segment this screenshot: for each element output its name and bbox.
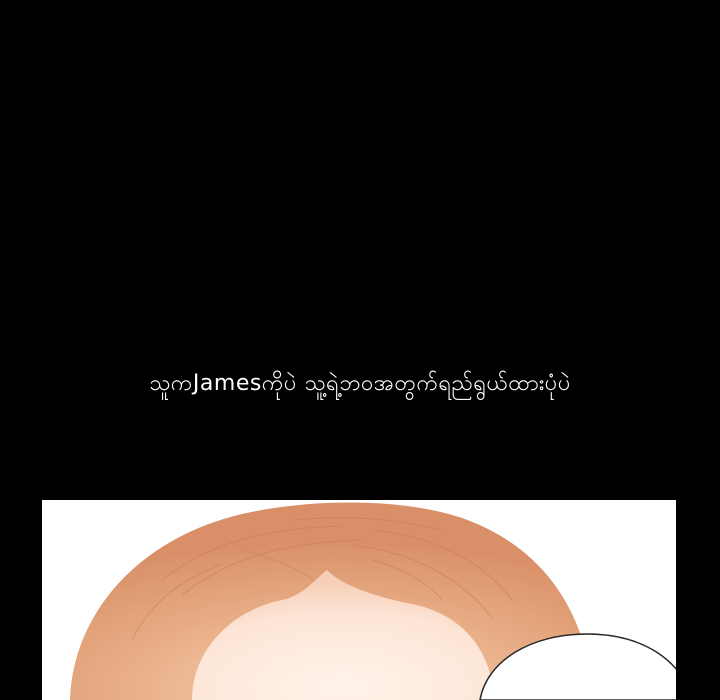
comic-page: သူကJamesကိုပဲ သူ့ရဲ့ဘ၀အတွက်ရည်ရွယ်ထားပုံ… — [0, 0, 720, 700]
character-illustration — [70, 502, 676, 700]
caption-text: သူကJamesကိုပဲ သူ့ရဲ့ဘ၀အတွက်ရည်ရွယ်ထားပုံ… — [149, 371, 571, 396]
comic-panel — [42, 500, 676, 700]
